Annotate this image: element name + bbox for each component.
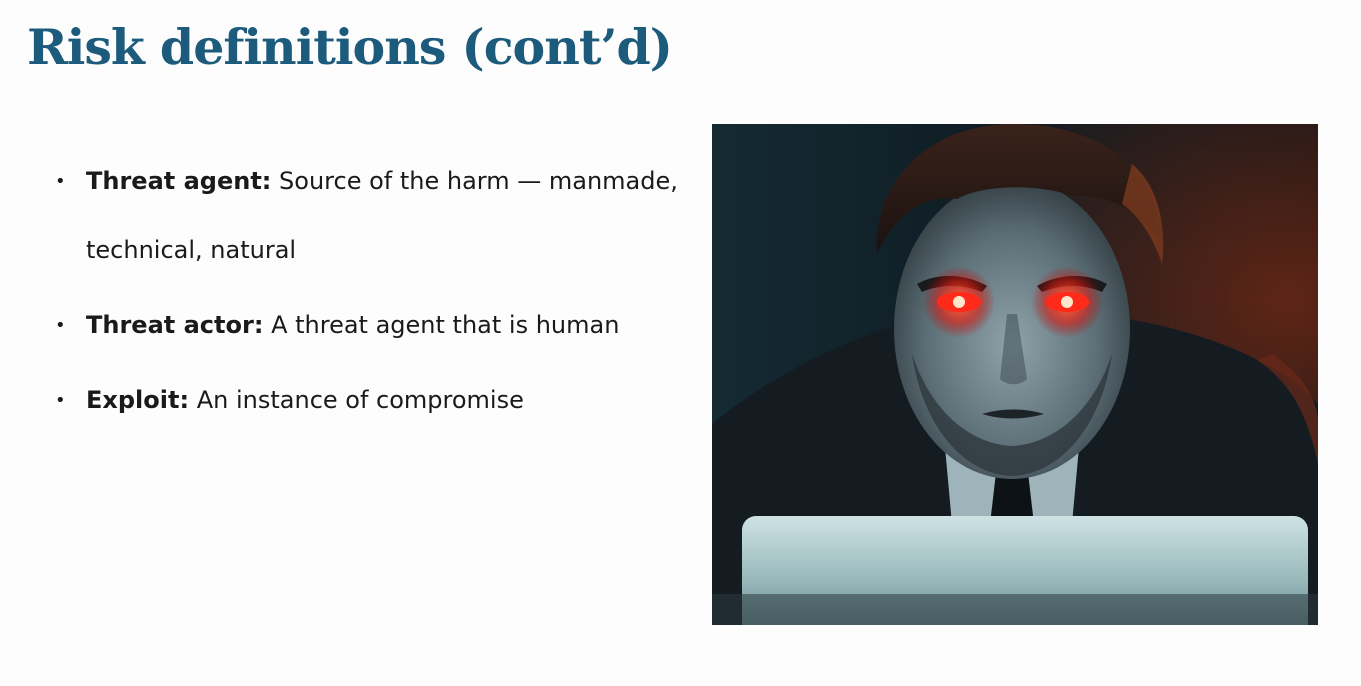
hacker-photo bbox=[712, 124, 1318, 625]
bullet-term: Threat actor: bbox=[86, 311, 264, 339]
slide-title: Risk definitions (cont’d) bbox=[27, 18, 673, 76]
bullet-text: An instance of compromise bbox=[196, 386, 524, 414]
bullet-dot: • bbox=[55, 315, 66, 336]
bullet-item-exploit: • Exploit: An instance of compromise bbox=[55, 366, 695, 435]
bullet-term: Exploit: bbox=[86, 386, 190, 414]
bullet-dot: • bbox=[55, 390, 66, 411]
bullet-item-threat-agent: • Threat agent: Source of the harm — man… bbox=[55, 147, 695, 285]
bullet-term: Threat agent: bbox=[86, 167, 272, 195]
bullet-item-threat-actor: • Threat actor: A threat agent that is h… bbox=[55, 291, 695, 360]
bullet-list: • Threat agent: Source of the harm — man… bbox=[55, 147, 695, 441]
slide: Risk definitions (cont’d) • Threat agent… bbox=[0, 0, 1361, 686]
bullet-dot: • bbox=[55, 171, 66, 192]
bullet-text: A threat agent that is human bbox=[271, 311, 620, 339]
